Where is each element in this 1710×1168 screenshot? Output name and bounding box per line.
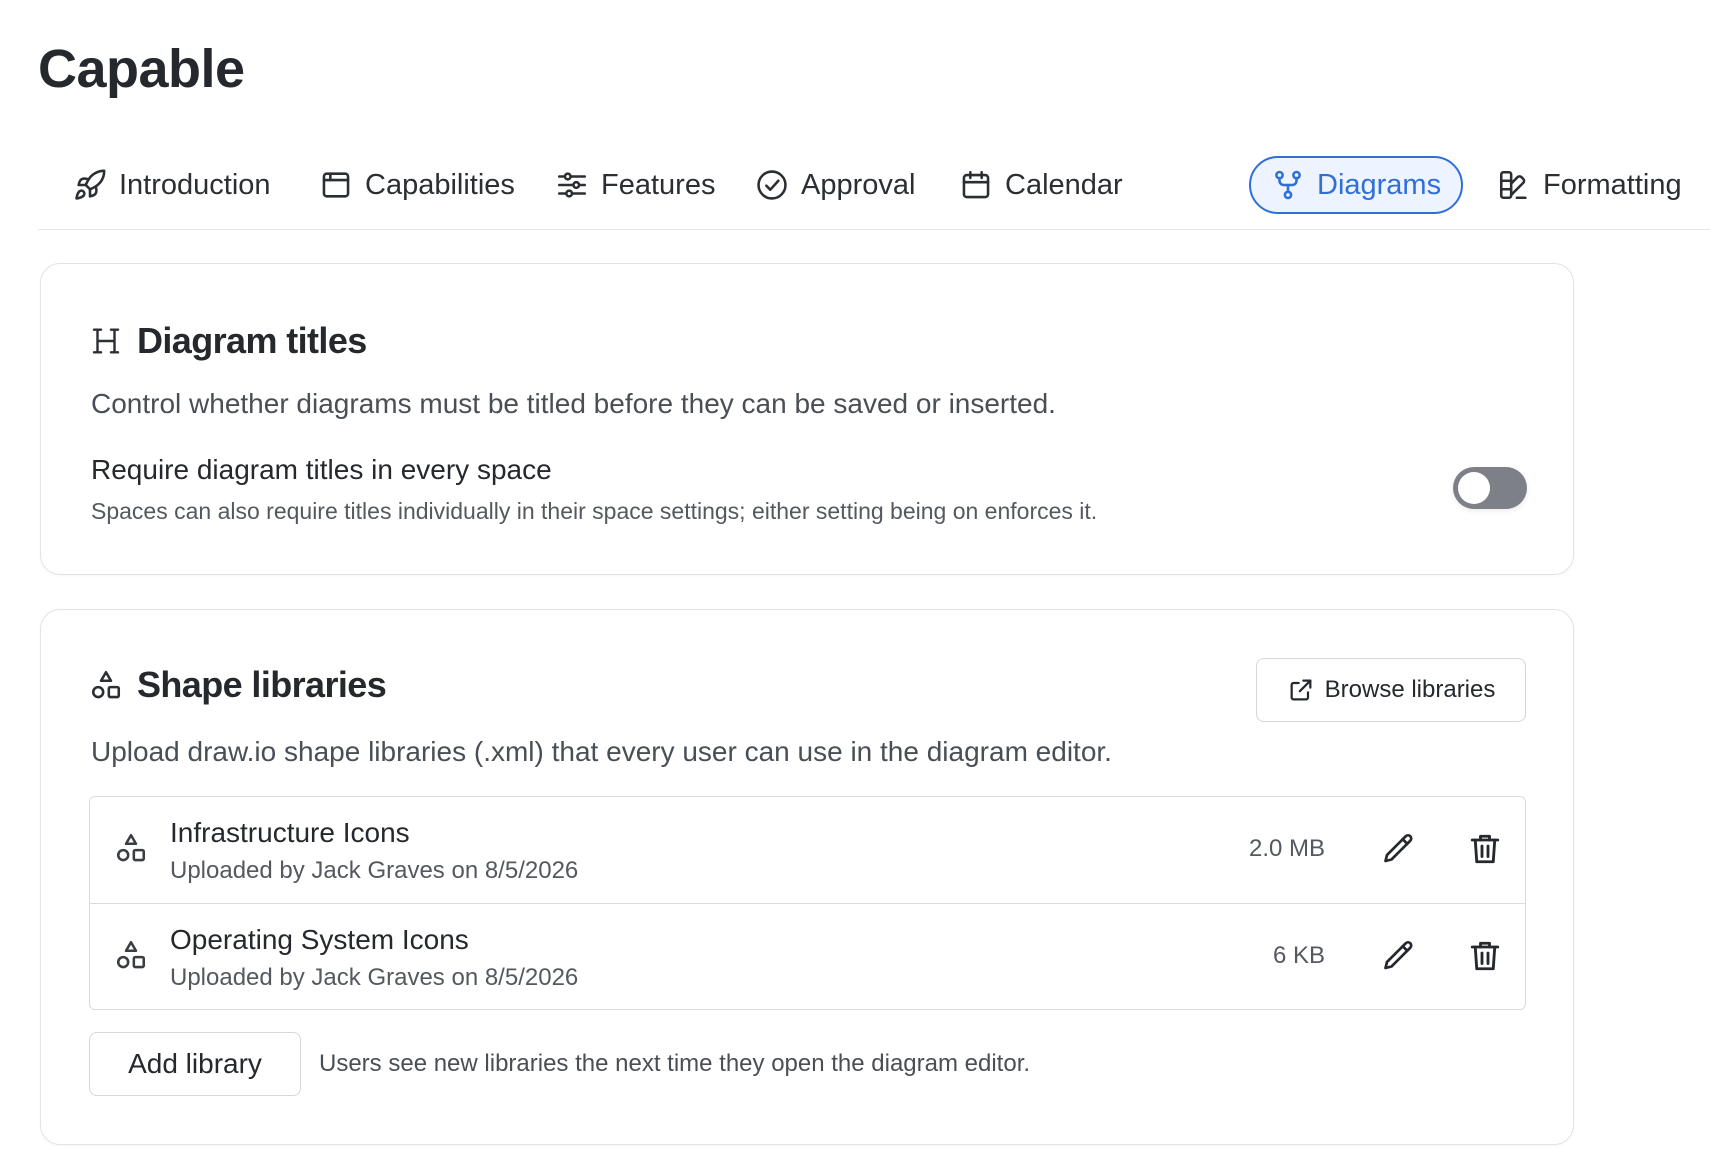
library-name: Operating System Icons <box>170 924 469 955</box>
add-library-button[interactable]: Add library <box>89 1032 301 1096</box>
tab-bar: Introduction Capabilities Features Appro… <box>38 146 1710 230</box>
page-title: Capable <box>38 39 245 99</box>
require-titles-toggle[interactable] <box>1453 467 1527 509</box>
tab-label: Formatting <box>1543 168 1682 201</box>
list-item: Operating System Icons Uploaded by Jack … <box>90 903 1525 1009</box>
tab-diagrams[interactable]: Diagrams <box>1249 156 1464 214</box>
card-title: Shape libraries <box>137 664 387 705</box>
require-titles-label: Require diagram titles in every space <box>91 454 552 485</box>
pencil-icon <box>1384 940 1413 970</box>
tab-features[interactable]: Features <box>555 156 715 214</box>
edit-library-button[interactable] <box>1379 936 1419 976</box>
tab-label: Calendar <box>1005 168 1123 201</box>
delete-library-button[interactable] <box>1465 936 1505 976</box>
box-icon <box>322 172 350 198</box>
library-size: 6 KB <box>1272 942 1325 969</box>
external-link-icon <box>1290 679 1312 701</box>
calendar-icon <box>962 170 990 199</box>
require-titles-help: Spaces can also require titles individua… <box>91 498 1098 524</box>
list-item: Infrastructure Icons Uploaded by Jack Gr… <box>90 797 1525 903</box>
toggle-knob <box>1458 472 1490 504</box>
heading-icon <box>92 328 120 354</box>
tab-label: Features <box>601 168 716 201</box>
sliders-icon <box>557 172 587 198</box>
tab-calendar[interactable]: Calendar <box>959 156 1123 214</box>
library-list: Infrastructure Icons Uploaded by Jack Gr… <box>89 796 1526 1010</box>
pencil-icon <box>1384 833 1413 863</box>
palette-icon <box>1499 170 1527 200</box>
browse-libraries-label: Browse libraries <box>1324 676 1496 703</box>
tab-capabilities[interactable]: Capabilities <box>319 156 515 214</box>
tab-formatting[interactable]: Formatting <box>1497 156 1682 214</box>
tab-label: Introduction <box>119 168 271 201</box>
trash-icon <box>1470 834 1500 864</box>
rocket-icon <box>75 169 106 200</box>
library-meta: Uploaded by Jack Graves on 8/5/2026 <box>170 857 579 884</box>
tab-label: Approval <box>801 168 916 201</box>
card-title: Diagram titles <box>137 320 367 361</box>
shapes-icon <box>91 670 121 699</box>
shapes-icon <box>116 940 146 969</box>
shapes-icon <box>116 833 146 862</box>
shape-libraries-description: Upload draw.io shape libraries (.xml) th… <box>91 736 1112 767</box>
add-library-note: Users see new libraries the next time th… <box>319 1050 1031 1077</box>
tab-label: Diagrams <box>1317 168 1442 201</box>
diagram-titles-description: Control whether diagrams must be titled … <box>91 388 1056 419</box>
git-fork-icon <box>1275 170 1301 200</box>
shape-libraries-card: Shape libraries Browse libraries Upload … <box>40 609 1574 1145</box>
library-name: Infrastructure Icons <box>170 817 410 848</box>
browse-libraries-button[interactable]: Browse libraries <box>1256 658 1526 722</box>
check-circle-icon <box>757 170 787 200</box>
trash-icon <box>1470 941 1500 971</box>
delete-library-button[interactable] <box>1465 829 1505 869</box>
edit-library-button[interactable] <box>1379 829 1419 869</box>
diagram-titles-card: Diagram titles Control whether diagrams … <box>40 263 1574 575</box>
tab-approval[interactable]: Approval <box>755 156 915 214</box>
tab-introduction[interactable]: Introduction <box>73 156 271 214</box>
diagram-titles-heading: Diagram titles <box>89 320 367 362</box>
tab-label: Capabilities <box>365 168 515 201</box>
shape-libraries-heading: Shape libraries <box>89 664 387 706</box>
library-meta: Uploaded by Jack Graves on 8/5/2026 <box>170 964 579 991</box>
library-size: 2.0 MB <box>1248 835 1325 862</box>
